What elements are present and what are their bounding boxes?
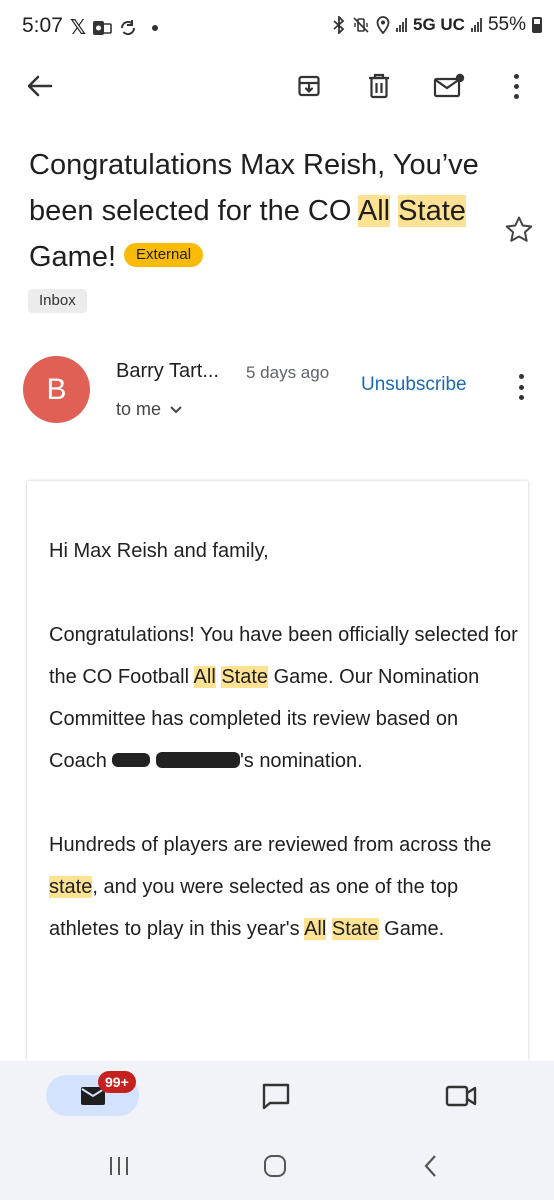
delete-button[interactable] bbox=[359, 66, 399, 106]
unread-count-badge: 99+ bbox=[98, 1071, 136, 1093]
body-highlight: State bbox=[331, 918, 379, 940]
message-body: Hi Max Reish and family, Congratulations… bbox=[49, 530, 519, 992]
recipient-label: to me bbox=[116, 399, 162, 419]
bottom-navigation: 99+ bbox=[0, 1061, 554, 1130]
body-text-segment: Hundreds of players are reviewed from ac… bbox=[49, 834, 492, 856]
signal-icon-2 bbox=[470, 18, 482, 32]
gmail-message-screen: 5:07 𝕏 5G UC 55% Congratulations Max Rei… bbox=[0, 0, 554, 1200]
system-navigation-bar bbox=[0, 1130, 554, 1200]
more-vert-icon bbox=[513, 73, 519, 79]
body-highlight: state bbox=[49, 876, 93, 898]
chevron-down-icon bbox=[170, 405, 182, 413]
label-chip-inbox[interactable]: Inbox bbox=[28, 289, 87, 313]
mark-unread-icon bbox=[433, 73, 465, 98]
battery-percent: 55% bbox=[487, 14, 526, 35]
external-badge: External bbox=[124, 243, 204, 268]
recents-icon bbox=[110, 1157, 128, 1175]
back-button[interactable] bbox=[20, 66, 60, 106]
battery-icon bbox=[532, 17, 542, 33]
message-more-button[interactable] bbox=[508, 370, 534, 404]
sent-time: 5 days ago bbox=[246, 363, 330, 382]
location-icon bbox=[376, 16, 390, 34]
home-icon bbox=[264, 1155, 286, 1177]
chat-icon bbox=[262, 1083, 290, 1110]
body-highlight: All bbox=[304, 918, 327, 940]
dot-icon bbox=[152, 24, 159, 31]
more-vert-icon bbox=[518, 374, 524, 379]
email-subject: Congratulations Max Reish, You’ve been s… bbox=[29, 142, 499, 280]
message-body-card: Hi Max Reish and family, Congratulations… bbox=[27, 481, 528, 1061]
status-bar: 5:07 𝕏 5G UC 55% bbox=[0, 0, 554, 52]
recents-button[interactable] bbox=[104, 1152, 134, 1180]
home-button[interactable] bbox=[260, 1152, 290, 1180]
trash-icon bbox=[369, 73, 389, 99]
subject-space bbox=[390, 195, 398, 227]
subject-tail: Game! bbox=[29, 241, 117, 273]
redaction-mark bbox=[155, 751, 240, 768]
outlook-icon bbox=[93, 20, 112, 35]
recipient-details-toggle[interactable]: to me bbox=[116, 399, 183, 420]
message-toolbar bbox=[0, 58, 554, 114]
nav-chat-tab[interactable] bbox=[259, 1079, 293, 1113]
nav-meet-tab[interactable] bbox=[444, 1079, 478, 1113]
bluetooth-icon bbox=[333, 16, 345, 34]
mark-unread-button[interactable] bbox=[429, 66, 469, 106]
avatar[interactable]: B bbox=[23, 356, 90, 423]
notification-icons: 𝕏 bbox=[70, 15, 159, 40]
subject-highlight-all: All bbox=[357, 195, 391, 227]
more-options-button[interactable] bbox=[496, 66, 536, 106]
body-highlight: All bbox=[193, 666, 216, 688]
unsubscribe-link[interactable]: Unsubscribe bbox=[361, 374, 467, 396]
body-greeting: Hi Max Reish and family, bbox=[49, 540, 269, 562]
body-paragraph-2: Hundreds of players are reviewed from ac… bbox=[49, 824, 519, 950]
vibrate-mute-icon bbox=[353, 17, 369, 33]
system-back-button[interactable] bbox=[416, 1152, 446, 1180]
clock: 5:07 bbox=[22, 14, 63, 37]
body-paragraph-1: Congratulations! You have been officiall… bbox=[49, 614, 519, 782]
body-text-segment: 's nomination. bbox=[239, 750, 363, 772]
star-icon bbox=[505, 216, 533, 242]
arrow-back-icon bbox=[27, 75, 53, 97]
x-app-icon: 𝕏 bbox=[70, 17, 87, 39]
back-chevron-icon bbox=[424, 1155, 436, 1177]
archive-icon bbox=[298, 75, 320, 97]
network-type: 5G UC bbox=[413, 15, 465, 34]
body-text-segment: Game. bbox=[378, 918, 445, 940]
sender-name[interactable]: Barry Tart... bbox=[116, 360, 219, 383]
signal-icon bbox=[396, 18, 407, 32]
star-button[interactable] bbox=[503, 214, 535, 246]
archive-button[interactable] bbox=[289, 66, 329, 106]
subject-highlight-state: State bbox=[398, 195, 466, 227]
video-icon bbox=[445, 1085, 477, 1107]
sync-icon bbox=[121, 19, 136, 35]
body-highlight: State bbox=[221, 666, 269, 688]
system-status-icons: 5G UC 55% bbox=[332, 14, 542, 36]
redaction-mark bbox=[112, 752, 151, 767]
